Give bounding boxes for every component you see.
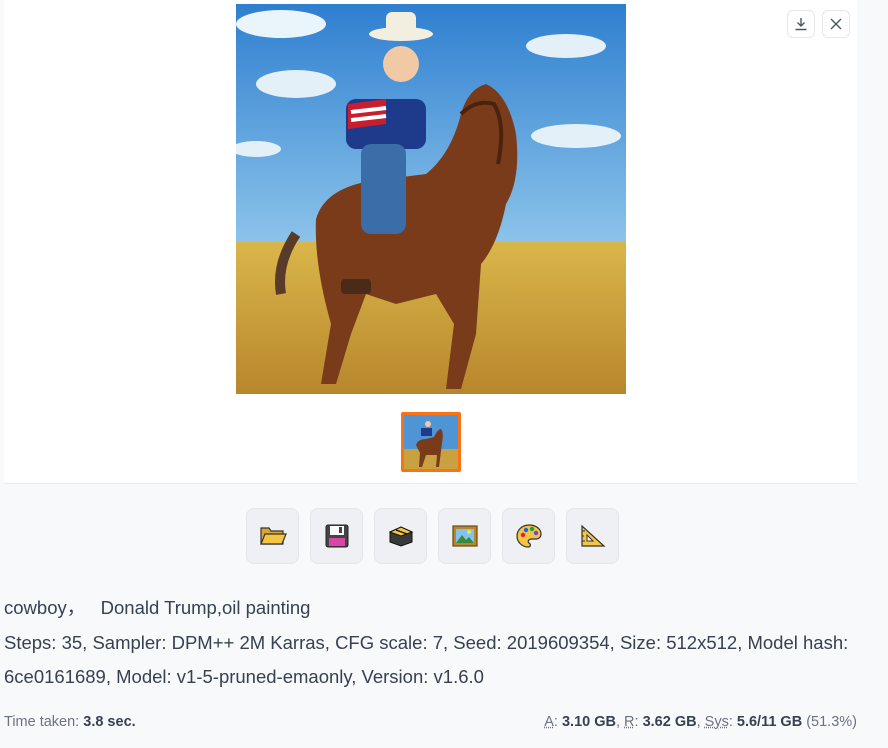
r-label: R — [624, 714, 635, 730]
download-button[interactable] — [787, 10, 815, 38]
time-value: 3.8 sec. — [83, 714, 136, 730]
sys-label: Sys — [704, 714, 729, 730]
a-value: 3.10 GB — [561, 714, 616, 730]
gallery-thumbnail[interactable] — [401, 412, 461, 472]
generation-info: cowboy， Donald Trump,oil painting Steps:… — [4, 591, 864, 695]
time-label: Time taken: — [4, 714, 80, 730]
folder-icon — [259, 527, 287, 545]
save-button[interactable] — [310, 508, 363, 564]
sys-value: 5.6/11 GB — [736, 714, 803, 730]
sys-percent: (51.3%) — [806, 714, 857, 730]
triangle-ruler-icon — [580, 524, 606, 547]
performance-footer: Time taken: 3.8 sec. A: 3.10 GB, R: 3.62… — [4, 714, 857, 730]
close-button[interactable] — [822, 10, 850, 38]
zip-button[interactable] — [374, 508, 427, 564]
memory-stats: A: 3.10 GB, R: 3.62 GB, Sys: 5.6/11 GB (… — [544, 714, 857, 730]
send-to-extras-button[interactable] — [566, 508, 619, 564]
zip-archive-icon — [388, 526, 413, 547]
a-label: A — [544, 714, 554, 730]
time-taken: Time taken: 3.8 sec. — [4, 714, 136, 730]
palette-icon — [515, 524, 542, 548]
floppy-disk-icon — [325, 524, 348, 548]
image-frame-icon — [451, 525, 478, 547]
generated-image[interactable] — [236, 4, 626, 394]
prompt-text: cowboy， Donald Trump,oil painting — [4, 597, 311, 618]
generation-parameters: Steps: 35, Sampler: DPM++ 2M Karras, CFG… — [4, 631, 849, 688]
close-icon — [830, 18, 842, 30]
download-icon — [795, 18, 807, 31]
image-gallery — [4, 0, 857, 484]
r-value: 3.62 GB — [642, 714, 697, 730]
send-to-inpaint-button[interactable] — [502, 508, 555, 564]
send-to-img2img-button[interactable] — [438, 508, 491, 564]
action-toolbar — [246, 508, 619, 564]
open-folder-button[interactable] — [246, 508, 299, 564]
